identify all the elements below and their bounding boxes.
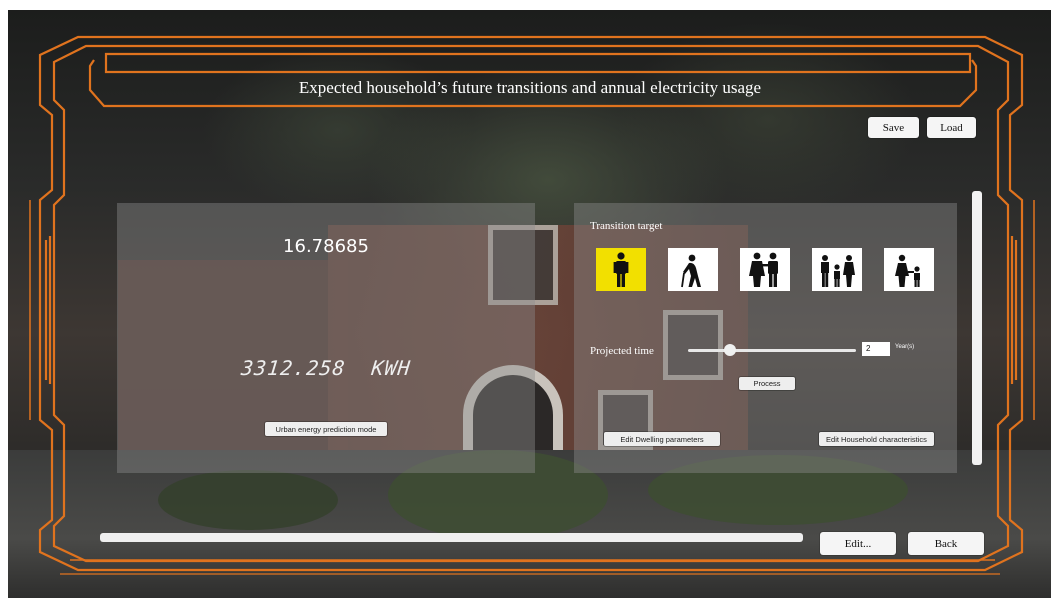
- kwh-unit: KWH: [370, 356, 413, 380]
- projected-time-slider-track[interactable]: [688, 349, 856, 352]
- save-button[interactable]: Save: [868, 117, 919, 138]
- load-button[interactable]: Load: [927, 117, 976, 138]
- process-button[interactable]: Process: [739, 377, 795, 390]
- progress-bar: [100, 533, 803, 542]
- annual-electricity-readout: 3312.258 KWH: [116, 356, 537, 380]
- target-couple[interactable]: [740, 248, 790, 291]
- prediction-value: 16.78685: [283, 236, 369, 257]
- kwh-value: 3312.258: [239, 356, 347, 380]
- transition-target-label: Transition target: [590, 220, 663, 232]
- projected-time-label: Projected time: [590, 345, 654, 357]
- years-input[interactable]: 2: [862, 342, 890, 356]
- target-family[interactable]: [812, 248, 862, 291]
- edit-dwelling-button[interactable]: Edit Dwelling parameters: [604, 432, 720, 446]
- target-elderly[interactable]: [668, 248, 718, 291]
- family-with-child-icon: [821, 255, 855, 287]
- back-button[interactable]: Back: [908, 532, 984, 555]
- projected-time-slider-thumb[interactable]: [724, 344, 736, 356]
- target-single-parent[interactable]: [884, 248, 934, 291]
- elderly-person-icon: [681, 254, 701, 288]
- page-title: Expected household’s future transitions …: [298, 78, 762, 97]
- couple-icon: [749, 252, 778, 287]
- vertical-scrollbar[interactable]: [972, 191, 982, 465]
- parent-with-child-icon: [895, 254, 920, 287]
- edit-household-button[interactable]: Edit Household characteristics: [819, 432, 934, 446]
- years-unit-label: Year(s): [895, 344, 915, 350]
- urban-energy-mode-button[interactable]: Urban energy prediction mode: [265, 422, 387, 436]
- single-person-icon: [613, 252, 629, 287]
- target-single-person[interactable]: [596, 248, 646, 291]
- edit-button[interactable]: Edit...: [820, 532, 896, 555]
